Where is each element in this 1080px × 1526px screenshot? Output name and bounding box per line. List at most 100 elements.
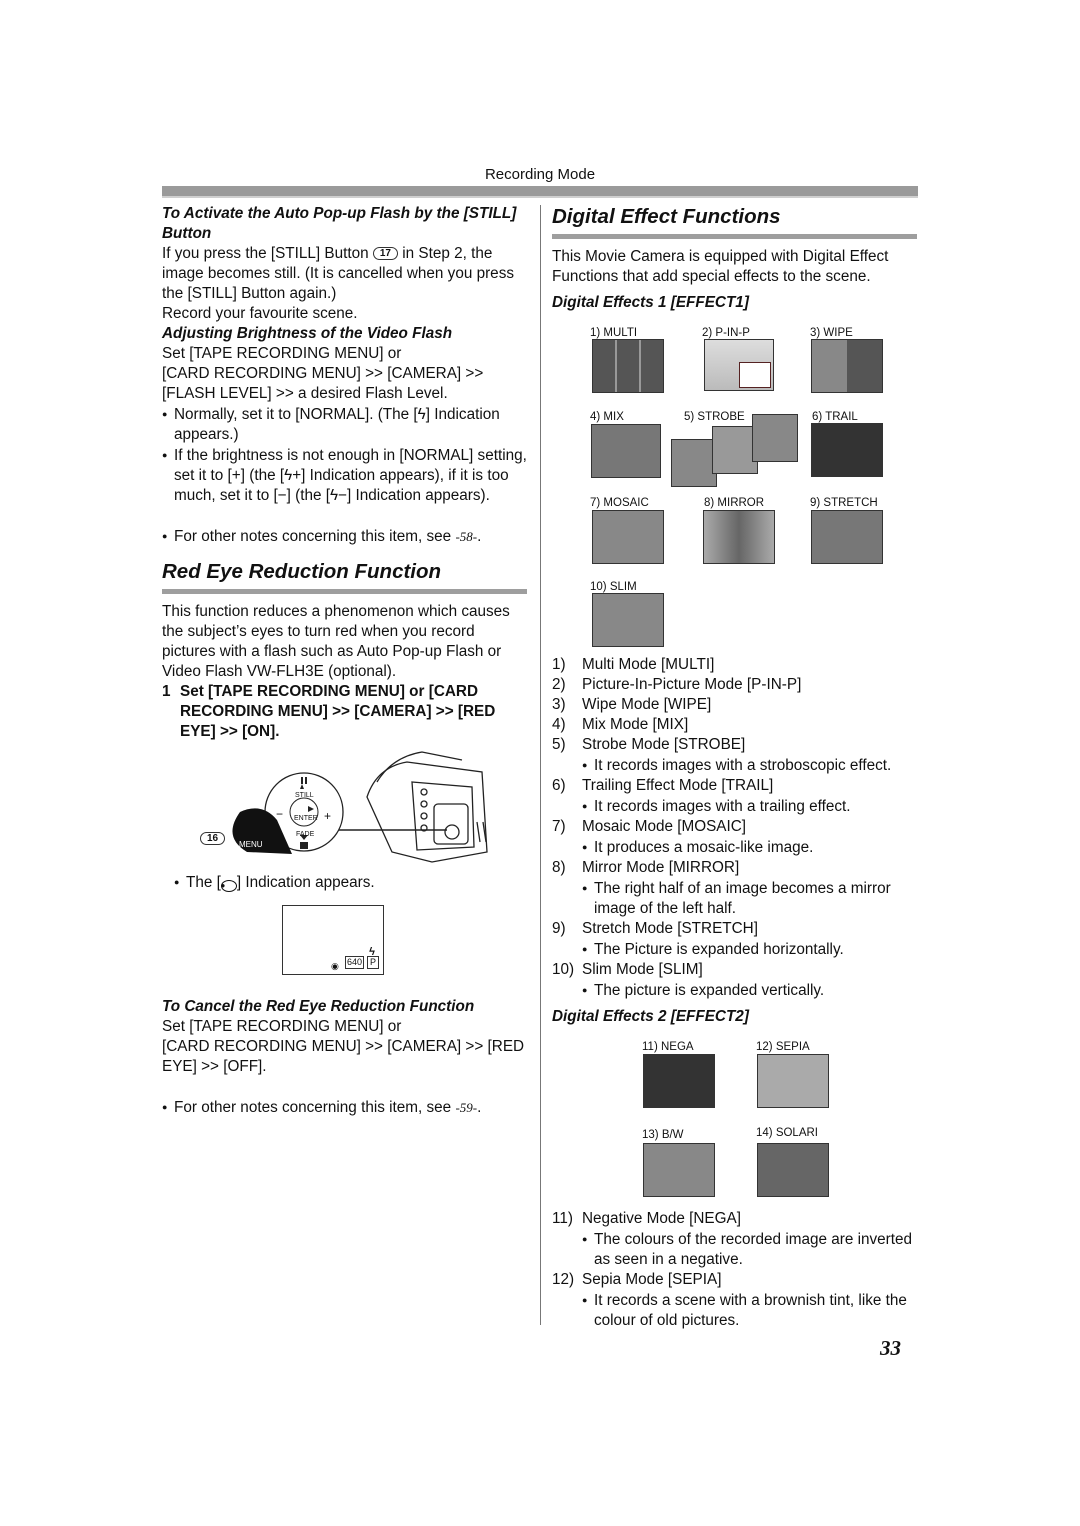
thumb-nega [643, 1054, 715, 1108]
item-note: It records a scene with a brownish tint,… [552, 1290, 922, 1331]
brightness-p1: Set [TAPE RECORDING MENU] or [162, 345, 402, 362]
still-label: STILL [295, 792, 314, 799]
red-eye-title: Red Eye Reduction Function [162, 560, 442, 583]
red-eye-lcd-icon: ◉ [331, 961, 339, 971]
digital-effect-title-rule [552, 234, 917, 239]
effect2-list: 11) Negative Mode [NEGA] The colours of th… [552, 1209, 922, 1331]
thumb-sepia [757, 1054, 829, 1108]
cancel-note: For other notes concerning this item, se… [162, 1097, 532, 1118]
item-note: The right half of an image becomes a mir… [552, 878, 922, 919]
item-number: 3) [552, 696, 566, 713]
item-number: 9) [552, 920, 566, 937]
list-item: 12) Sepia Mode [SEPIA] [552, 1270, 922, 1290]
thumb-mix [591, 424, 661, 478]
plus-label: + [324, 809, 332, 823]
item-title: Wipe Mode [WIPE] [582, 696, 712, 713]
effect1-list: 1) Multi Mode [MULTI] 2) Picture-In-Picture… [552, 655, 922, 1001]
item-note: The Picture is expanded horizontally. [552, 939, 922, 960]
column-divider [540, 205, 541, 1325]
cancel-p2: [CARD RECORDING MENU] >> [CAMERA] >> [RE… [162, 1038, 525, 1075]
thumb-solari [757, 1143, 829, 1197]
item-number: 12) [552, 1271, 575, 1288]
item-number: 8) [552, 859, 566, 876]
thumb-label: 13) B/W [642, 1129, 684, 1141]
flash-heading: To Activate the Auto Pop-up Flash by the… [162, 205, 517, 242]
effect2-thumbnails: 11) NEGA 12) SEPIA 13) B/W 14) SOLARI [552, 1027, 922, 1209]
brightness-heading: Adjusting Brightness of the Video Flash [162, 325, 453, 342]
red-eye-title-rule [162, 589, 527, 594]
list-item: 8) Mirror Mode [MIRROR] [552, 858, 922, 878]
item-number: 10) [552, 961, 575, 978]
header-rule [162, 186, 918, 196]
camera-illustration: 16 MENU STILL ENTER FADE − + [162, 742, 532, 872]
menu-button-label: MENU [239, 840, 263, 849]
item-note: It records images with a stroboscopic ef… [552, 755, 922, 776]
thumb-strobe-3 [752, 414, 798, 462]
right-column: Digital Effect Functions This Movie Came… [552, 204, 922, 1331]
item-number: 4) [552, 716, 566, 733]
thumb-stretch [811, 510, 883, 564]
red-eye-icon: ● [220, 880, 237, 892]
menu-button-16-badge: 16 [200, 832, 226, 845]
list-item: 9) Stretch Mode [STRETCH] [552, 919, 922, 939]
list-item: 1) Multi Mode [MULTI] [552, 655, 922, 675]
item-number: 11) [552, 1210, 573, 1227]
brightness-bullet-1: Normally, set it to [NORMAL]. (The [ϟ] I… [162, 404, 532, 445]
list-item: 7) Mosaic Mode [MOSAIC] [552, 817, 922, 837]
button-17-badge: 17 [372, 247, 398, 260]
list-item: 6) Trailing Effect Mode [TRAIL] [552, 776, 922, 796]
item-title: Negative Mode [NEGA] [582, 1210, 741, 1227]
lcd-area: ϟ ◉ 640 P [162, 893, 532, 983]
effect1-thumbnails: 1) MULTI 2) P-IN-P 3) WIPE 4) MIX 5) STR… [552, 313, 922, 655]
list-item: 5) Strobe Mode [STROBE] [552, 735, 922, 755]
brightness-bullet-2: If the brightness is not enough in [NORM… [162, 445, 532, 506]
effect1-heading: Digital Effects 1 [EFFECT1] [552, 294, 749, 311]
minus-label: − [276, 807, 284, 821]
thumb-bw [643, 1143, 715, 1197]
effect2-heading: Digital Effects 2 [EFFECT2] [552, 1008, 749, 1025]
header-rule-shadow [162, 196, 918, 198]
list-item: 10) Slim Mode [SLIM] [552, 960, 922, 980]
thumb-mosaic [592, 510, 664, 564]
item-note: The picture is expanded vertically. [552, 980, 922, 1001]
camera-drawing [232, 751, 488, 863]
list-item: 11) Negative Mode [NEGA] [552, 1209, 922, 1229]
lcd-screen: ϟ ◉ 640 P [282, 905, 384, 975]
page-number: 33 [880, 1336, 901, 1360]
item-number: 2) [552, 676, 566, 693]
step-1: 1 Set [TAPE RECORDING MENU] or [CARD RECO… [162, 683, 496, 740]
list-item: 4) Mix Mode [MIX] [552, 715, 922, 735]
thumb-strobe-1 [671, 439, 717, 487]
item-title: Strobe Mode [STROBE] [582, 736, 746, 753]
thumb-slim [592, 593, 664, 647]
thumb-mirror [703, 510, 775, 564]
cancel-heading: To Cancel the Red Eye Reduction Function [162, 998, 475, 1015]
thumb-label: 5) STROBE [684, 411, 745, 423]
thumb-pinp [704, 339, 774, 391]
flash-paragraph-2: Record your favourite scene. [162, 305, 358, 322]
fade-label: FADE [296, 831, 315, 838]
flash-paragraph: If you press the [STILL] Button 17 in St… [162, 245, 514, 302]
item-title: Mirror Mode [MIRROR] [582, 859, 740, 876]
item-title: Mosaic Mode [MOSAIC] [582, 818, 747, 835]
item-note: It records images with a trailing effect… [552, 796, 922, 817]
digital-effect-title: Digital Effect Functions [552, 205, 781, 228]
item-title: Stretch Mode [STRETCH] [582, 920, 758, 937]
thumb-trail [811, 423, 883, 477]
resolution-indicator: 640 [345, 956, 365, 969]
list-item: 2) Picture-In-Picture Mode [P-IN-P] [552, 675, 922, 695]
item-title: Slim Mode [SLIM] [582, 961, 703, 978]
red-eye-intro: This function reduces a phenomenon which… [162, 603, 510, 680]
item-title: Mix Mode [MIX] [582, 716, 689, 733]
item-number: 5) [552, 736, 566, 753]
digital-effect-intro: This Movie Camera is equipped with Digit… [552, 248, 889, 285]
left-column: To Activate the Auto Pop-up Flash by the… [162, 204, 532, 1118]
list-item: 3) Wipe Mode [WIPE] [552, 695, 922, 715]
item-note: The colours of the recorded image are in… [552, 1229, 922, 1270]
thumb-multi [592, 339, 664, 393]
brightness-p2: [CARD RECORDING MENU] >> [CAMERA] >> [FL… [162, 365, 484, 402]
item-note: It produces a mosaic-like image. [552, 837, 922, 858]
item-number: 6) [552, 777, 566, 794]
item-title: Picture-In-Picture Mode [P-IN-P] [582, 676, 802, 693]
thumb-wipe [811, 339, 883, 393]
